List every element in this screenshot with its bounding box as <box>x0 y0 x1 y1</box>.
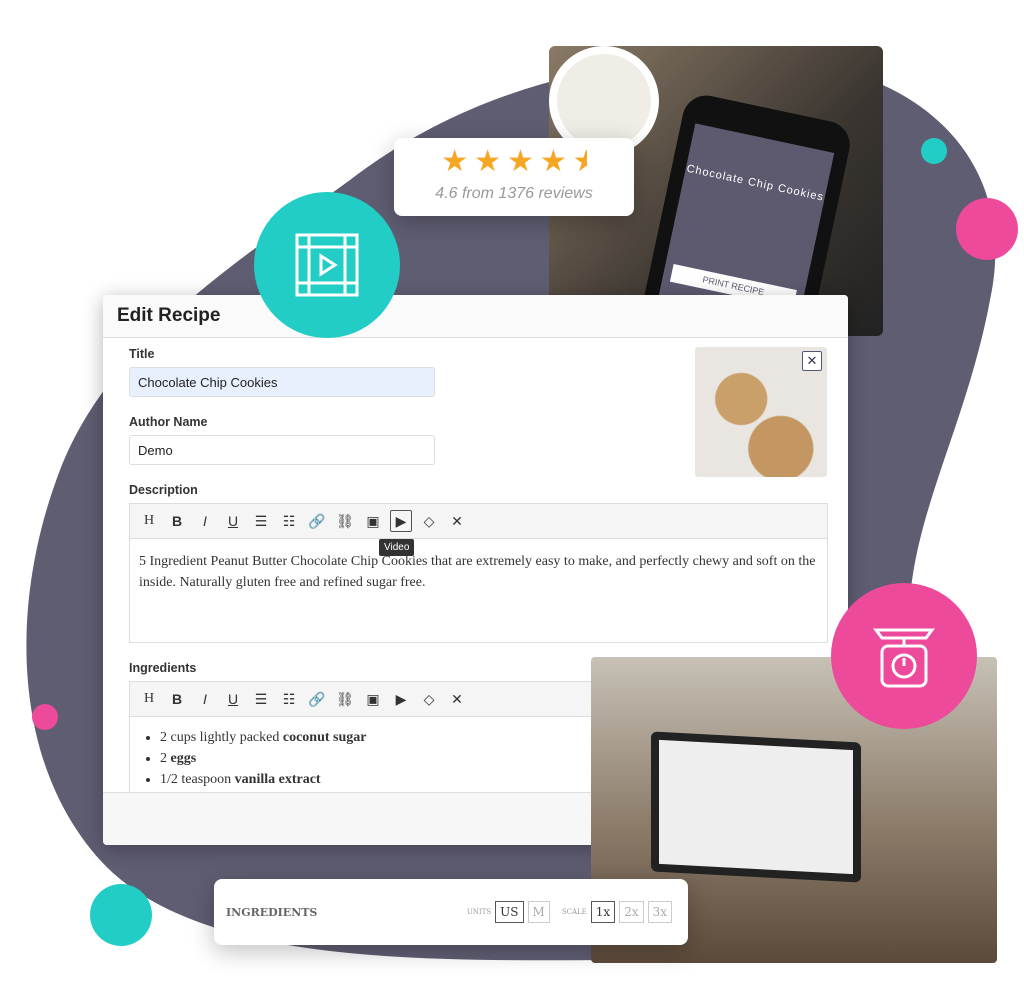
italic-icon[interactable]: I <box>194 688 216 710</box>
video-icon[interactable]: ▶ <box>390 688 412 710</box>
eraser-icon[interactable]: ◇ <box>418 510 440 532</box>
author-label: Author Name <box>129 415 208 429</box>
bulleted-list-icon[interactable]: ☰ <box>250 688 272 710</box>
image-icon[interactable]: ▣ <box>362 510 384 532</box>
scale-1x-button[interactable]: 1x <box>590 901 616 923</box>
bold-icon[interactable]: B <box>166 510 188 532</box>
description-editor[interactable]: 5 Ingredient Peanut Butter Chocolate Chi… <box>129 539 828 643</box>
description-label: Description <box>129 483 198 497</box>
numbered-list-icon[interactable]: ☷ <box>278 510 300 532</box>
scale-2x-button[interactable]: 2x <box>619 901 644 923</box>
link-icon[interactable]: 🔗 <box>306 510 328 532</box>
phone-recipe-title: Chocolate Chip Cookies <box>685 162 825 204</box>
image-icon[interactable]: ▣ <box>362 688 384 710</box>
scale-3x-button[interactable]: 3x <box>647 901 672 923</box>
link-icon[interactable]: 🔗 <box>306 688 328 710</box>
decor-dot-teal-large <box>90 884 152 946</box>
heading-icon[interactable]: H <box>138 510 160 532</box>
scale-feature-badge <box>831 583 977 729</box>
units-us-button[interactable]: US <box>495 901 524 923</box>
underline-icon[interactable]: U <box>222 688 244 710</box>
underline-icon[interactable]: U <box>222 510 244 532</box>
panel-title: Edit Recipe <box>103 295 848 338</box>
numbered-list-icon[interactable]: ☷ <box>278 688 300 710</box>
unlink-icon[interactable]: ⛓ <box>334 510 356 532</box>
remove-image-button[interactable]: ✕ <box>802 351 822 371</box>
rating-card: ★★★★★ 4.6 from 1376 reviews <box>394 138 634 216</box>
title-label: Title <box>129 347 155 361</box>
kitchen-scale-icon <box>873 628 935 688</box>
heading-icon[interactable]: H <box>138 688 160 710</box>
video-feature-badge <box>254 192 400 338</box>
video-icon[interactable]: ▶ <box>390 510 412 532</box>
italic-icon[interactable]: I <box>194 510 216 532</box>
film-play-icon <box>295 233 359 297</box>
eraser-icon[interactable]: ◇ <box>418 688 440 710</box>
bold-icon[interactable]: B <box>166 688 188 710</box>
unlink-icon[interactable]: ⛓ <box>334 688 356 710</box>
ingredients-card-title: INGREDIENTS <box>226 905 318 919</box>
author-input[interactable]: Demo <box>129 435 435 465</box>
decor-dot-pink-small <box>32 704 58 730</box>
decor-dot-teal <box>921 138 947 164</box>
title-input[interactable]: Chocolate Chip Cookies <box>129 367 435 397</box>
description-toolbar: H B I U ☰ ☷ 🔗 ⛓ ▣ ▶ ◇ ✕ <box>129 503 828 539</box>
star-rating-icon: ★★★★★ <box>441 145 587 178</box>
video-tooltip: Video <box>379 539 415 556</box>
rating-text: 4.6 from 1376 reviews <box>435 185 593 202</box>
bulleted-list-icon[interactable]: ☰ <box>250 510 272 532</box>
units-label: UNITS <box>466 908 492 916</box>
ingredients-label: Ingredients <box>129 661 197 675</box>
units-metric-button[interactable]: M <box>527 901 550 923</box>
scale-label: SCALE <box>561 908 587 916</box>
ingredients-card: INGREDIENTS UNITS US M SCALE 1x 2x 3x <box>214 879 688 945</box>
fullscreen-icon[interactable]: ✕ <box>446 510 468 532</box>
fullscreen-icon[interactable]: ✕ <box>446 688 468 710</box>
decor-dot-pink <box>956 198 1018 260</box>
